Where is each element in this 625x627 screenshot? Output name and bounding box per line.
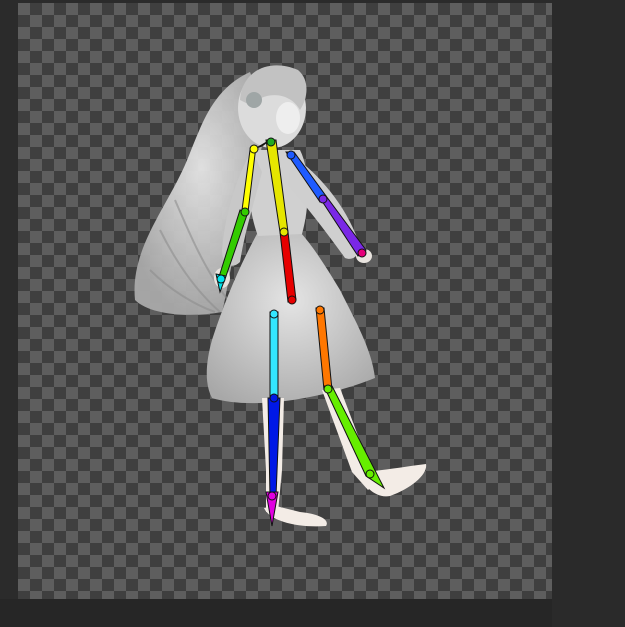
joint-left-ankle[interactable] — [365, 469, 375, 479]
character-figure — [134, 65, 427, 527]
hair-ornament — [246, 92, 262, 108]
joint-right-elbow[interactable] — [240, 207, 250, 217]
joint-mid-hip[interactable] — [279, 227, 289, 237]
joint-neck[interactable] — [266, 137, 276, 147]
joint-right-shoulder[interactable] — [249, 144, 259, 154]
joint-left-knee[interactable] — [323, 384, 333, 394]
face — [276, 102, 300, 134]
joint-left-wrist[interactable] — [357, 248, 367, 258]
joint-left-shoulder[interactable] — [286, 150, 296, 160]
joint-right-wrist[interactable] — [216, 274, 226, 284]
bone-right-thigh[interactable] — [269, 311, 279, 399]
joint-hip[interactable] — [287, 295, 297, 305]
joint-left-hip[interactable] — [315, 305, 325, 315]
joint-right-hip[interactable] — [269, 309, 279, 319]
pose-scene[interactable] — [0, 0, 625, 627]
joint-left-elbow[interactable] — [318, 194, 328, 204]
joint-right-ankle[interactable] — [267, 491, 277, 501]
workspace — [0, 0, 625, 627]
joint-right-knee[interactable] — [269, 393, 279, 403]
